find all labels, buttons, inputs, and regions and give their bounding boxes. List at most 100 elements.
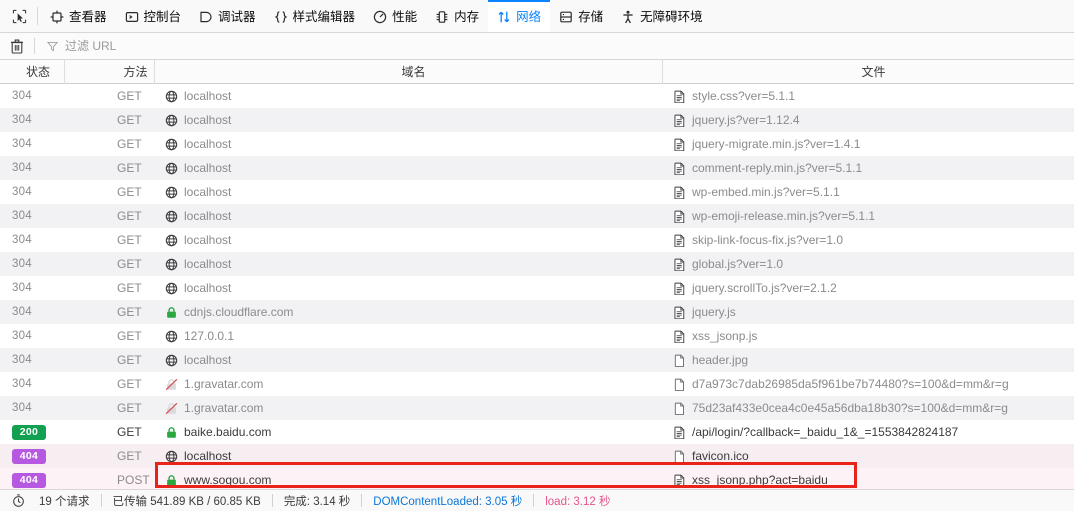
cell-domain: baike.baidu.com (155, 420, 663, 444)
globe-icon (165, 114, 178, 127)
column-header-method[interactable]: 方法 (65, 59, 155, 84)
tab-style-editor[interactable]: 样式编辑器 (265, 0, 365, 32)
globe-icon (165, 258, 178, 271)
file-label: d7a973c7dab26985da5f961be7b74480?s=100&d… (692, 377, 1009, 391)
tab-network[interactable]: 网络 (488, 0, 551, 32)
method-label: GET (117, 233, 142, 247)
cell-file: jquery.js?ver=1.12.4 (663, 108, 1074, 132)
tab-performance[interactable]: 性能 (364, 0, 426, 32)
column-header-status[interactable]: 状态 (0, 59, 65, 84)
cell-status: 304 (0, 348, 65, 372)
tab-storage[interactable]: 存储 (550, 0, 612, 32)
filter-url-field[interactable] (35, 33, 1074, 59)
document-icon (673, 210, 686, 223)
tab-debugger[interactable]: 调试器 (190, 0, 265, 32)
cell-file: favicon.ico (663, 444, 1074, 468)
table-row[interactable]: 304 GET localhost jquery.scrollTo.js?ver=2.… (0, 276, 1074, 300)
tab-inspector[interactable]: 查看器 (41, 0, 116, 32)
network-icon (497, 10, 511, 24)
file-label: style.css?ver=5.1.1 (692, 89, 796, 103)
status-badge: 304 (12, 210, 32, 222)
tab-label: 调试器 (218, 9, 256, 24)
cell-status: 304 (0, 324, 65, 348)
table-row[interactable]: 304 GET 127.0.0.1 xss_jsonp.js (0, 324, 1074, 348)
cell-status: 304 (0, 396, 65, 420)
method-label: GET (117, 89, 142, 103)
file-label: wp-embed.min.js?ver=5.1.1 (692, 185, 840, 199)
method-label: GET (117, 329, 142, 343)
domain-label: baike.baidu.com (184, 425, 272, 439)
table-row[interactable]: 404 POST www.sogou.com xss_jsonp.php?act=ba… (0, 468, 1074, 489)
cell-status: 304 (0, 156, 65, 180)
cell-status: 304 (0, 276, 65, 300)
devtools-tab-strip: 查看器 控制台 调试器 样式编辑器 性能 内存 网络 存储 无障碍环境 (41, 0, 712, 32)
table-row[interactable]: 304 GET localhost jquery.js?ver=1.12.4 (0, 108, 1074, 132)
status-badge: 304 (12, 138, 32, 150)
method-label: POST (117, 473, 150, 487)
cell-status: 200 (0, 420, 65, 444)
style-editor-icon (274, 10, 288, 24)
globe-icon (165, 234, 178, 247)
domain-label: localhost (184, 89, 232, 103)
file-label: comment-reply.min.js?ver=5.1.1 (692, 161, 863, 175)
table-row[interactable]: 304 GET localhost style.css?ver=5.1.1 (0, 84, 1074, 108)
cell-domain: localhost (155, 228, 663, 252)
table-row[interactable]: 304 GET localhost wp-embed.min.js?ver=5.1.1 (0, 180, 1074, 204)
cell-status: 304 (0, 228, 65, 252)
clear-requests-button[interactable] (0, 33, 34, 59)
globe-icon (165, 330, 178, 343)
table-row[interactable]: 200 GET baike.baidu.com/api/login/?callbac… (0, 420, 1074, 444)
broken-lock-icon (165, 402, 178, 415)
cell-status: 404 (0, 468, 65, 489)
inspector-icon (50, 10, 64, 24)
globe-icon (165, 210, 178, 223)
cell-status: 304 (0, 84, 65, 108)
search-input[interactable] (65, 36, 485, 56)
tab-label: 查看器 (69, 9, 107, 24)
network-filter-bar (0, 33, 1074, 60)
cell-file: jquery.js (663, 300, 1074, 324)
table-row[interactable]: 304 GET localhost comment-reply.min.js?ver=… (0, 156, 1074, 180)
request-count: 19 个请求 (39, 495, 90, 508)
cell-domain: localhost (155, 180, 663, 204)
tab-memory[interactable]: 内存 (426, 0, 488, 32)
table-row[interactable]: 304 GET localhost header.jpg (0, 348, 1074, 372)
method-label: GET (117, 185, 142, 199)
table-row[interactable]: 304 GET cdnjs.cloudflare.com jquery.js (0, 300, 1074, 324)
globe-icon (165, 354, 178, 367)
table-row[interactable]: 304 GET 1.gravatar.com 75d23af433e0cea4c0e4… (0, 396, 1074, 420)
globe-icon (165, 186, 178, 199)
table-row[interactable]: 304 GET localhost skip-link-focus-fix.js?ve… (0, 228, 1074, 252)
request-list[interactable]: 304 GET localhost style.css?ver=5.1.1 304 GET… (0, 84, 1074, 489)
tab-label: 无障碍环境 (640, 9, 703, 24)
request-table-header: 状态 方法 域名 文件 (0, 59, 1074, 84)
cell-file: jquery.scrollTo.js?ver=2.1.2 (663, 276, 1074, 300)
method-label: GET (117, 257, 142, 271)
document-icon (673, 258, 686, 271)
domain-label: localhost (184, 209, 232, 223)
table-row[interactable]: 304 GET localhost jquery-migrate.min.js?ver… (0, 132, 1074, 156)
cell-file: d7a973c7dab26985da5f961be7b74480?s=100&d… (663, 372, 1074, 396)
cell-file: 75d23af433e0cea4c0e45a56dba18b30?s=100&d… (663, 396, 1074, 420)
status-badge: 304 (12, 90, 32, 102)
tab-accessibility[interactable]: 无障碍环境 (612, 0, 712, 32)
column-header-domain[interactable]: 域名 (155, 59, 663, 84)
element-picker-icon[interactable] (4, 0, 34, 32)
document-icon (673, 114, 686, 127)
method-label: GET (117, 161, 142, 175)
tab-console[interactable]: 控制台 (116, 0, 191, 32)
transferred-size: 已传输 541.89 KB / 60.85 KB (112, 495, 261, 508)
funnel-icon (46, 40, 59, 53)
globe-icon (165, 282, 178, 295)
table-row[interactable]: 304 GET 1.gravatar.com d7a973c7dab26985da5f… (0, 372, 1074, 396)
table-row[interactable]: 304 GET localhost wp-emoji-release.min.js?v… (0, 204, 1074, 228)
cell-status: 304 (0, 252, 65, 276)
column-header-file[interactable]: 文件 (663, 60, 1074, 84)
cell-file: wp-embed.min.js?ver=5.1.1 (663, 180, 1074, 204)
cell-method: GET (65, 108, 155, 132)
table-row[interactable]: 304 GET localhost global.js?ver=1.0 (0, 252, 1074, 276)
cell-method: GET (65, 348, 155, 372)
table-row[interactable]: 404 GET localhost favicon.ico (0, 444, 1074, 468)
debugger-icon (199, 10, 213, 24)
load-time: load: 3.12 秒 (545, 495, 611, 508)
